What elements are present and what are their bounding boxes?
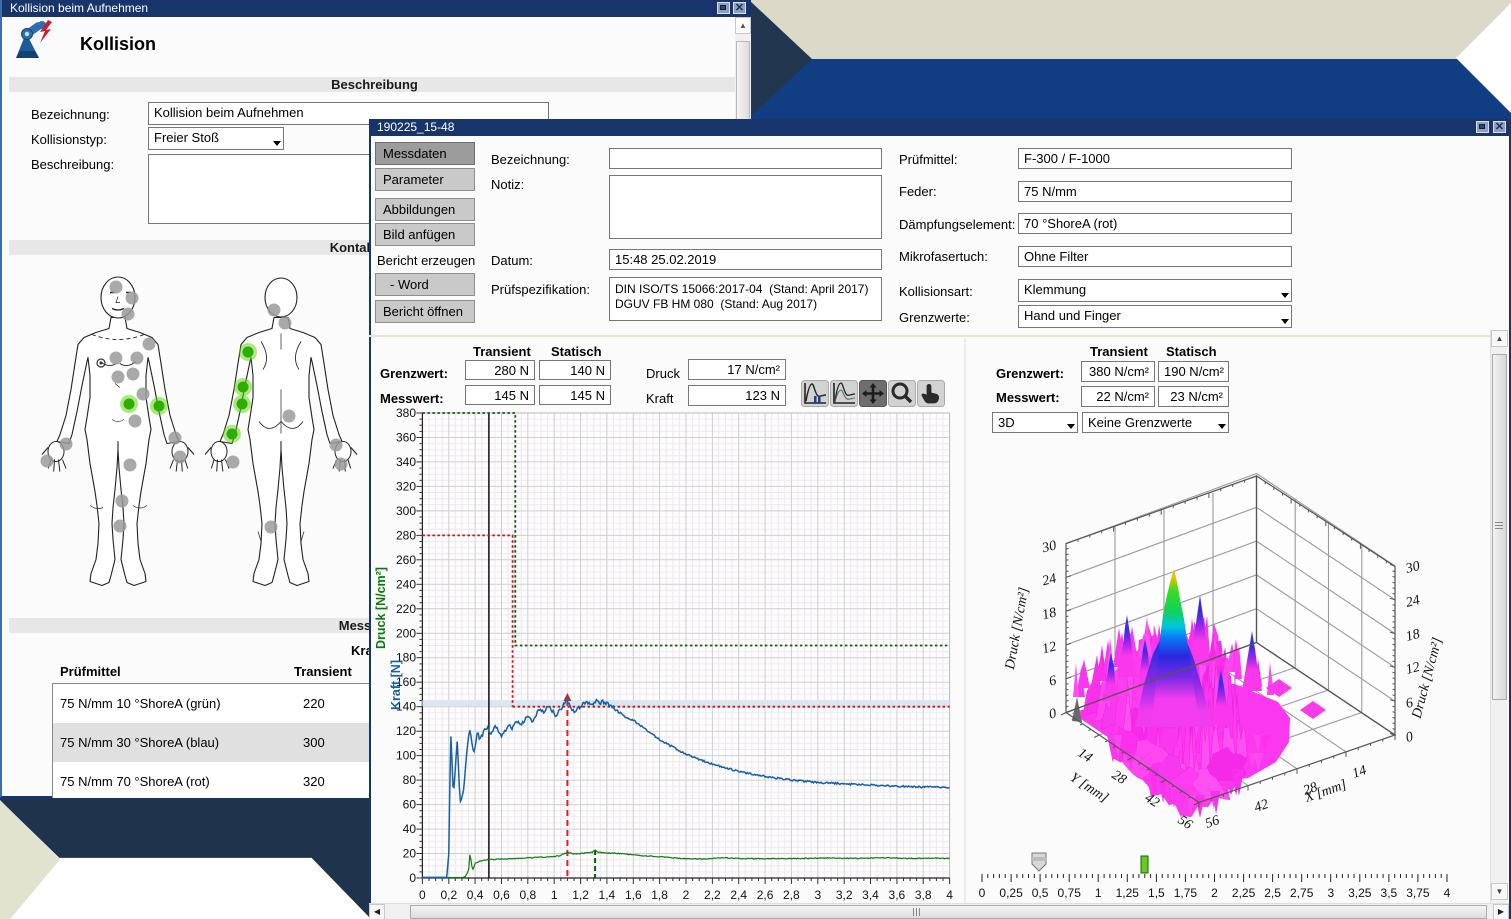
svg-text:1: 1 bbox=[1095, 886, 1102, 900]
svg-text:2,25: 2,25 bbox=[1232, 886, 1256, 900]
svg-text:1,25: 1,25 bbox=[1116, 886, 1140, 900]
svg-text:0,25: 0,25 bbox=[999, 886, 1023, 900]
svg-text:3,25: 3,25 bbox=[1348, 886, 1372, 900]
svg-text:0,5: 0,5 bbox=[1032, 886, 1049, 900]
svg-text:3: 3 bbox=[1327, 886, 1334, 900]
svg-text:0: 0 bbox=[979, 886, 986, 900]
svg-text:0,75: 0,75 bbox=[1058, 886, 1082, 900]
svg-text:4: 4 bbox=[1444, 886, 1451, 900]
svg-text:1,75: 1,75 bbox=[1174, 886, 1198, 900]
svg-text:3,5: 3,5 bbox=[1381, 886, 1398, 900]
svg-text:3,75: 3,75 bbox=[1406, 886, 1430, 900]
svg-text:2,75: 2,75 bbox=[1290, 886, 1314, 900]
svg-text:2: 2 bbox=[1211, 886, 1218, 900]
svg-text:1,5: 1,5 bbox=[1148, 886, 1165, 900]
svg-text:2,5: 2,5 bbox=[1264, 886, 1281, 900]
